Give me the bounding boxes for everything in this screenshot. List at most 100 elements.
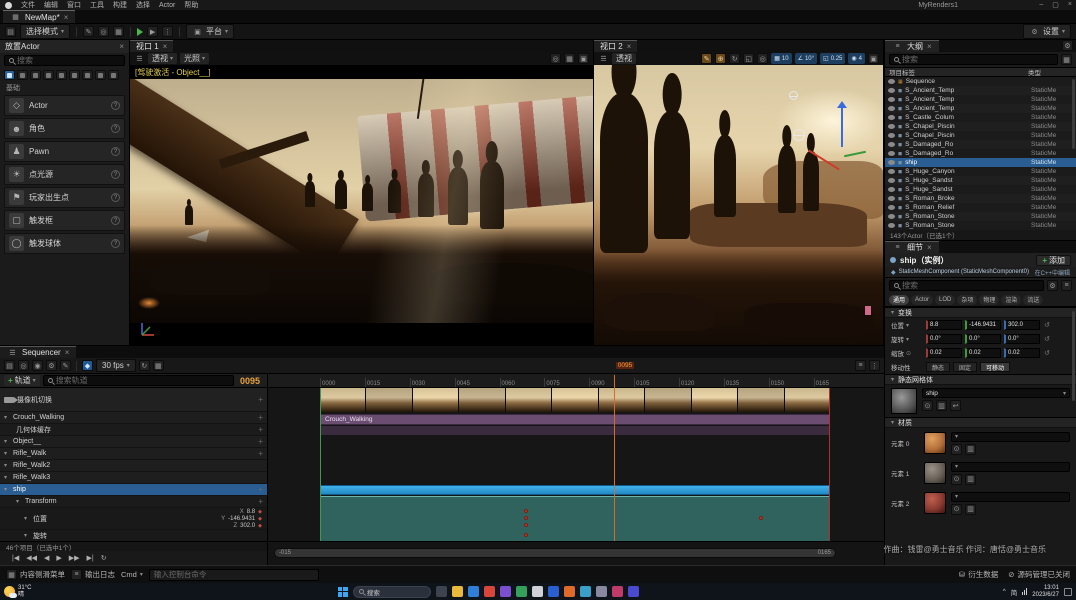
- minimize-button[interactable]: –: [1039, 1, 1043, 9]
- find-in-content-icon[interactable]: ◎: [18, 360, 29, 371]
- scrollbar[interactable]: [1072, 311, 1075, 401]
- viewport-1-scene[interactable]: [130, 65, 593, 345]
- outliner-row[interactable]: S_Ancient_Temp StaticMe: [885, 86, 1076, 95]
- visibility-eye-icon[interactable]: [888, 187, 895, 192]
- taskbar-weather-widget[interactable]: 31°C 晴: [4, 585, 154, 599]
- filter-icon[interactable]: ▦: [1061, 54, 1072, 65]
- visibility-eye-icon[interactable]: [888, 106, 895, 111]
- expand-arrow-icon[interactable]: ▾: [16, 498, 22, 505]
- perspective-button[interactable]: 透视 ▾: [148, 53, 178, 64]
- category-basic-icon[interactable]: [17, 70, 28, 80]
- lock-icon[interactable]: ⊙: [906, 350, 911, 357]
- expand-arrow-icon[interactable]: ▾: [4, 450, 10, 457]
- hidden-icons-chevron[interactable]: ^: [1003, 588, 1006, 595]
- rotation-label[interactable]: 旋转 ▾: [891, 334, 923, 345]
- visibility-eye-icon[interactable]: [888, 196, 895, 201]
- rotation-snap-button[interactable]: ∠ 10°: [794, 53, 818, 64]
- reset-icon[interactable]: ↺: [1044, 321, 1050, 329]
- track-object[interactable]: ▾ Object__ +: [0, 436, 267, 448]
- viewport-1-tab[interactable]: 视口 1 ×: [130, 40, 174, 52]
- visibility-eye-icon[interactable]: [888, 79, 895, 84]
- viewport-2-tab[interactable]: 视口 2 ×: [594, 40, 638, 52]
- track-camera-cuts[interactable]: 摄像机切换 +: [0, 388, 267, 412]
- static-mesh-section-header[interactable]: ▾ 静态网格体: [885, 374, 1076, 385]
- close-icon[interactable]: ×: [163, 42, 168, 51]
- menu-item[interactable]: 文件: [17, 0, 39, 10]
- outliner-column-headers[interactable]: 项目标签 类型: [885, 67, 1076, 77]
- track-rifle-walk3[interactable]: ▾ Rifle_Walk3: [0, 472, 267, 484]
- track-rifle-walk2[interactable]: ▾ Rifle_Walk2: [0, 460, 267, 472]
- select-tool-icon[interactable]: ✎: [701, 53, 713, 64]
- outliner-row[interactable]: S_Huge_Sandst StaticMe: [885, 185, 1076, 194]
- app-icon[interactable]: [627, 586, 639, 597]
- browse-icon[interactable]: ▥: [965, 503, 976, 515]
- outliner-row[interactable]: S_Damaged_Ro StaticMe: [885, 149, 1076, 158]
- add-track-icon[interactable]: +: [258, 449, 263, 458]
- mobility-option[interactable]: 固定: [953, 362, 978, 372]
- visibility-eye-icon[interactable]: [888, 133, 895, 138]
- expand-arrow-icon[interactable]: ▾: [24, 515, 30, 522]
- visibility-eye-icon[interactable]: [888, 88, 895, 93]
- outliner-row[interactable]: S_Chapel_Piscin StaticMe: [885, 122, 1076, 131]
- sequencer-timeline[interactable]: 0000 0015 0030 0045 0060 0075 0090 0105 0120 0135…: [268, 362, 884, 565]
- mobility-option[interactable]: 静态: [926, 362, 951, 372]
- rotation-z-field[interactable]: 0.0°: [1004, 334, 1040, 344]
- playhead[interactable]: 0095: [613, 362, 635, 541]
- show-flags-icon[interactable]: ◎: [550, 53, 561, 64]
- help-icon[interactable]: ?: [111, 170, 120, 179]
- category-chip[interactable]: 物理: [979, 294, 1000, 305]
- transport-button[interactable]: |◀: [12, 554, 19, 562]
- material-thumbnail[interactable]: [924, 492, 946, 514]
- start-button[interactable]: [337, 586, 348, 597]
- visibility-eye-icon[interactable]: [888, 142, 895, 147]
- camera-speed-button[interactable]: ◉ 4: [848, 53, 865, 64]
- use-selected-icon[interactable]: ⊙: [951, 473, 962, 485]
- category-chip[interactable]: LOD: [935, 294, 956, 305]
- ship-track-bar[interactable]: [320, 485, 830, 495]
- track-crouch-walking[interactable]: ▾ Crouch_Walking +: [0, 412, 267, 424]
- sequencer-settings-icon[interactable]: ≡: [855, 360, 866, 371]
- app-icon[interactable]: [451, 586, 463, 597]
- viewport-2-body[interactable]: ☰ 透视 ✎ ⊕ ↻ ◱ ◎ ▦ 10 ∠ 10° ◱ 0.25 ◉ 4 ▣: [594, 52, 883, 345]
- add-section-icon[interactable]: +: [258, 425, 263, 434]
- visibility-eye-icon[interactable]: [888, 169, 895, 174]
- scale-label[interactable]: 缩放 ⊙: [891, 348, 923, 359]
- material-thumbnail[interactable]: [924, 432, 946, 454]
- use-selected-icon[interactable]: ⊙: [951, 443, 962, 455]
- close-icon[interactable]: ×: [65, 348, 70, 357]
- category-chip[interactable]: 杂项: [957, 294, 978, 305]
- outliner-row[interactable]: Sequence: [885, 77, 1076, 86]
- outliner-row[interactable]: S_Roman_Stone StaticMe: [885, 212, 1076, 221]
- crouch-walking-clip[interactable]: Crouch_Walking: [320, 414, 830, 425]
- outliner-row[interactable]: S_Ancient_Temp StaticMe: [885, 95, 1076, 104]
- visibility-eye-icon[interactable]: [888, 223, 895, 228]
- menu-item[interactable]: 窗口: [63, 0, 85, 10]
- help-icon[interactable]: ?: [111, 239, 120, 248]
- add-section-icon[interactable]: +: [258, 413, 263, 422]
- location-y-field[interactable]: -146.9431: [965, 320, 1001, 330]
- outliner-row[interactable]: S_Roman_Stone StaticMe: [885, 221, 1076, 230]
- menu-item[interactable]: 帮助: [180, 0, 202, 10]
- app-icon[interactable]: [547, 586, 559, 597]
- close-icon[interactable]: ×: [119, 42, 124, 51]
- category-recent-icon[interactable]: [4, 70, 15, 80]
- snap-icon[interactable]: ▦: [152, 360, 164, 371]
- expand-arrow-icon[interactable]: ▾: [4, 474, 10, 481]
- sphere-icon[interactable]: ◎: [98, 26, 110, 37]
- channel-z[interactable]: Z 302.0 ◆: [221, 523, 263, 529]
- close-icon[interactable]: ×: [64, 13, 69, 22]
- menu-item[interactable]: 构建: [109, 0, 131, 10]
- settings-button[interactable]: ⚙ 设置 ▾: [1022, 24, 1071, 39]
- app-icon[interactable]: [611, 586, 623, 597]
- outliner-row[interactable]: S_Ancient_Temp StaticMe: [885, 104, 1076, 113]
- light-gizmo-icon[interactable]: [793, 129, 805, 141]
- taskbar-clock[interactable]: 13:01 2023/6/27: [1032, 585, 1059, 599]
- save-icon[interactable]: ▤: [4, 360, 15, 371]
- curve-editor-icon[interactable]: ↻: [138, 360, 150, 371]
- expand-arrow-icon[interactable]: ▾: [4, 462, 10, 469]
- place-actor-item[interactable]: ▢ 触发框 ?: [4, 210, 125, 231]
- place-search-input[interactable]: [17, 56, 120, 65]
- perspective-button[interactable]: 透视: [612, 53, 636, 64]
- materials-section-header[interactable]: ▾ 材质: [885, 417, 1076, 428]
- category-geometry-icon[interactable]: [82, 70, 93, 80]
